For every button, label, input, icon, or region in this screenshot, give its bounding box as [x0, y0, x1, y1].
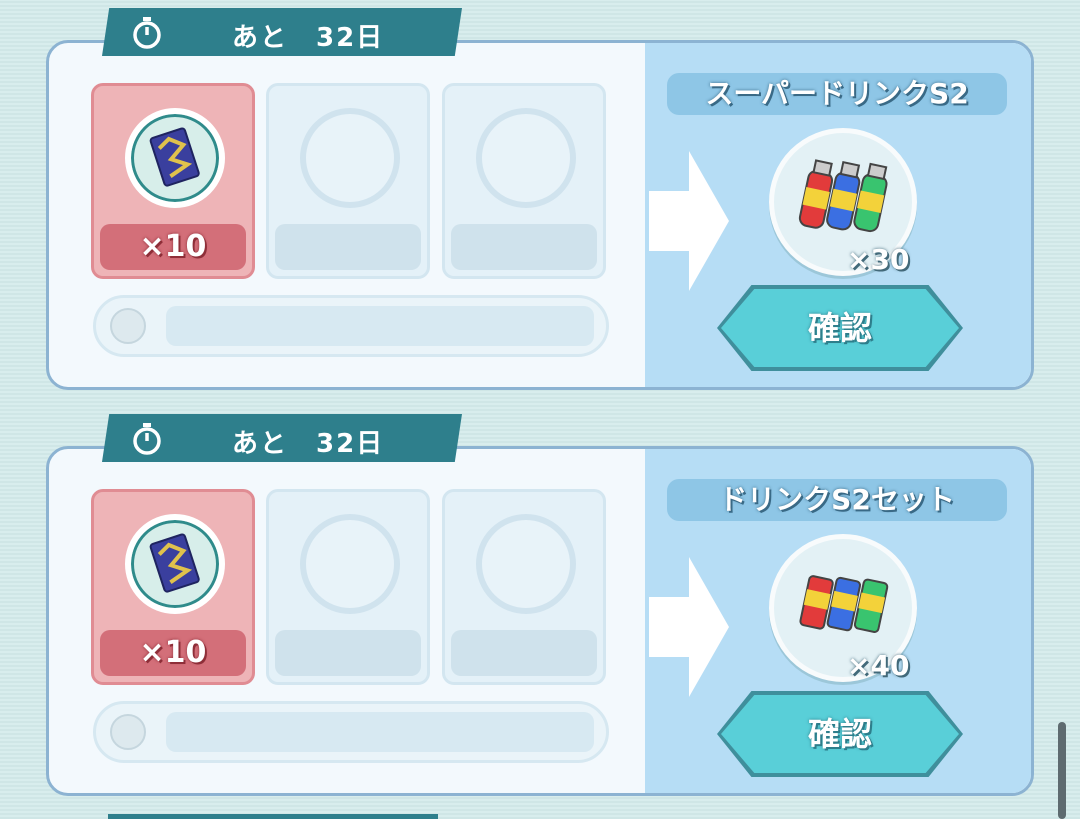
progress-bar — [93, 701, 609, 763]
empty-qty — [275, 630, 421, 676]
item-circle — [125, 108, 225, 208]
reward-name: スーパードリンクS2 — [667, 73, 1007, 115]
required-item-slot[interactable]: ×10 — [91, 83, 255, 279]
stopwatch-icon — [133, 17, 161, 49]
required-qty: ×10 — [100, 630, 246, 676]
remaining-days-label: あと 32日 — [232, 429, 385, 459]
next-card-tab — [108, 814, 438, 819]
remaining-days-label: あと 32日 — [232, 23, 385, 53]
empty-qty — [451, 630, 597, 676]
empty-qty — [275, 224, 421, 270]
stopwatch-icon — [133, 423, 161, 455]
coin-icon — [110, 714, 146, 750]
ticket-card-icon — [149, 533, 200, 593]
empty-circle — [300, 108, 400, 208]
progress-track — [166, 306, 594, 346]
reward-qty: ×30 — [847, 243, 910, 276]
timer-tab: あと 32日 — [102, 414, 462, 462]
progress-bar — [93, 295, 609, 357]
required-qty: ×10 — [100, 224, 246, 270]
progress-track — [166, 712, 594, 752]
empty-circle — [300, 514, 400, 614]
exchange-card: ×10 スーパードリンクS2 ×30 確認 — [46, 40, 1034, 390]
required-item-slot[interactable]: ×10 — [91, 489, 255, 685]
empty-item-slot — [442, 83, 606, 279]
empty-item-slot — [442, 489, 606, 685]
empty-circle — [476, 514, 576, 614]
empty-qty — [451, 224, 597, 270]
item-circle — [125, 514, 225, 614]
confirm-button[interactable]: 確認 — [721, 695, 959, 773]
confirm-button[interactable]: 確認 — [721, 289, 959, 367]
reward-name: ドリンクS2セット — [667, 479, 1007, 521]
arrow-right-icon — [649, 557, 729, 697]
coin-icon — [110, 308, 146, 344]
empty-circle — [476, 108, 576, 208]
exchange-card: ×10 ドリンクS2セット ×40 確認 — [46, 446, 1034, 796]
scrollbar[interactable] — [1058, 722, 1066, 819]
empty-item-slot — [266, 83, 430, 279]
arrow-right-icon — [649, 151, 729, 291]
reward-qty: ×40 — [847, 649, 910, 682]
empty-item-slot — [266, 489, 430, 685]
timer-tab: あと 32日 — [102, 8, 462, 56]
ticket-card-icon — [149, 127, 200, 187]
